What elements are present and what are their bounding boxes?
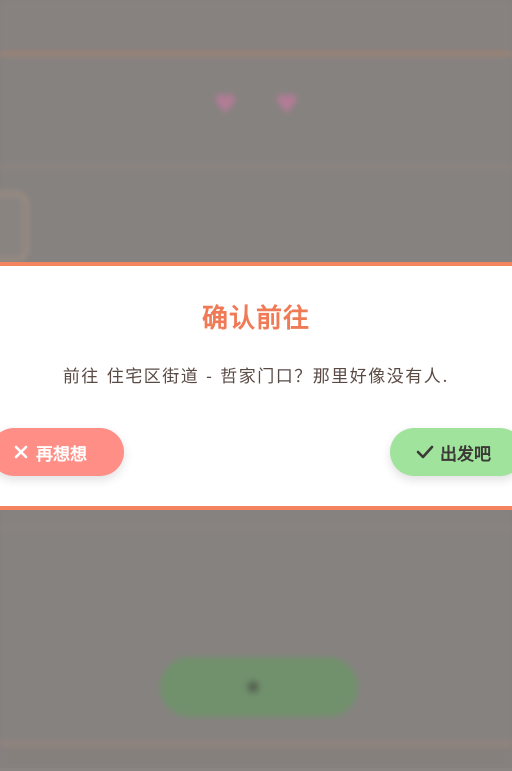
check-icon — [416, 443, 434, 461]
cancel-button-label: 再想想 — [36, 444, 87, 465]
close-icon — [12, 443, 30, 461]
confirm-button-label: 出发吧 — [440, 444, 491, 465]
dialog-title: 确认前往 — [201, 304, 310, 334]
cancel-button[interactable]: 再想想 — [0, 428, 124, 476]
dialog-message: 前往 住宅区街道 - 哲家门口？那里好像没有人. — [62, 367, 450, 387]
confirm-button[interactable]: 出发吧 — [390, 428, 512, 476]
confirm-dialog: 确认前往 前往 住宅区街道 - 哲家门口？那里好像没有人. 再想想 出发吧 — [0, 262, 512, 510]
